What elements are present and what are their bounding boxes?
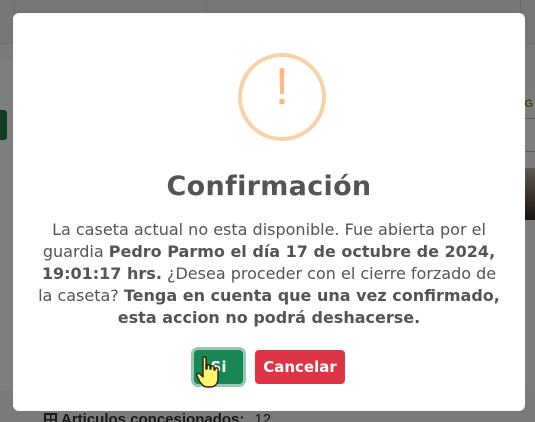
dialog-message: La caseta actual no esta disponible. Fue… bbox=[37, 219, 501, 329]
confirmation-dialog: ! Confirmación La caseta actual no esta … bbox=[13, 13, 525, 411]
dialog-title: Confirmación bbox=[166, 171, 372, 202]
exclamation-icon: ! bbox=[274, 58, 290, 116]
message-warning: Tenga en cuenta que una vez confirmado, … bbox=[117, 286, 500, 327]
warning-icon-ring: ! bbox=[238, 53, 326, 141]
cancel-button[interactable]: Cancelar bbox=[255, 350, 345, 384]
hand-pointer-cursor-icon bbox=[196, 356, 219, 388]
